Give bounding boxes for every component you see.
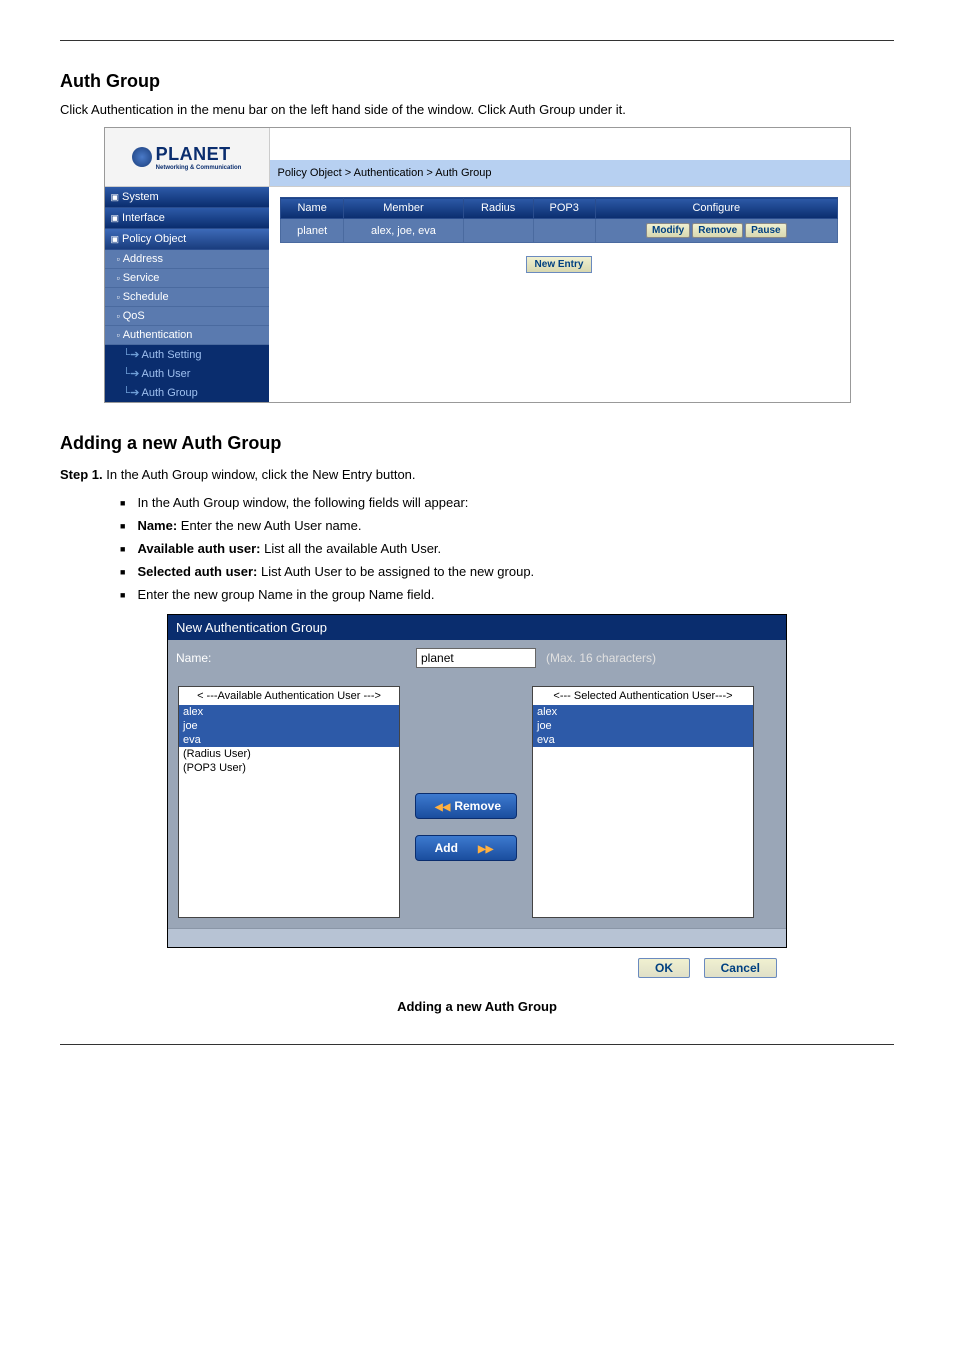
adding-title: Adding a new Auth Group [60, 433, 894, 454]
sidebar-nav: ▣System ▣Interface ▣Policy Object ▫Addre… [105, 187, 269, 402]
pause-button[interactable]: Pause [745, 223, 786, 238]
th-radius: Radius [463, 198, 533, 219]
nav-service[interactable]: ▫Service [105, 269, 269, 288]
cell-name: planet [281, 219, 344, 243]
add-user-button[interactable]: Add▶▶ [415, 835, 517, 861]
list-item[interactable]: eva [179, 733, 399, 747]
bullet-4: Selected auth user: List Auth User to be… [120, 564, 894, 579]
list-item[interactable]: joe [179, 719, 399, 733]
th-name: Name [281, 198, 344, 219]
nav-schedule[interactable]: ▫Schedule [105, 288, 269, 307]
arrow-left-icon: ◀◀ [435, 802, 450, 813]
name-input[interactable] [416, 648, 536, 668]
nav-address[interactable]: ▫Address [105, 250, 269, 269]
remove-button[interactable]: Remove [692, 223, 743, 238]
nav-qos[interactable]: ▫QoS [105, 307, 269, 326]
nav-auth-user[interactable]: └➔Auth User [105, 364, 269, 383]
list-item[interactable]: joe [533, 719, 753, 733]
screenshot-new-auth-group: New Authentication Group Name: (Max. 16 … [167, 614, 787, 1014]
remove-user-button[interactable]: ◀◀Remove [415, 793, 517, 819]
section-title: Auth Group [60, 71, 894, 92]
name-hint: (Max. 16 characters) [546, 651, 656, 665]
nav-policy-object[interactable]: ▣Policy Object [105, 229, 269, 250]
brand-text: PLANET [156, 144, 231, 164]
figure-caption: Adding a new Auth Group [167, 999, 787, 1014]
step1: Step 1. In the Auth Group window, click … [60, 467, 894, 482]
table-row: planet alex, joe, eva Modify Remove Paus… [281, 219, 838, 243]
bullet-3: Available auth user: List all the availa… [120, 541, 894, 556]
brand-logo: PLANET Networking & Communication [132, 144, 242, 171]
available-label: < ---Available Authentication User ---> [179, 687, 399, 705]
bullet-2: Name: Enter the new Auth User name. [120, 518, 894, 533]
list-item[interactable]: (Radius User) [179, 747, 399, 761]
cancel-button[interactable]: Cancel [704, 958, 777, 978]
nav-interface[interactable]: ▣Interface [105, 208, 269, 229]
th-configure: Configure [595, 198, 837, 219]
screenshot-auth-group-list: PLANET Networking & Communication Policy… [104, 127, 851, 403]
list-item[interactable]: alex [533, 705, 753, 719]
selected-listbox[interactable]: <--- Selected Authentication User---> al… [532, 686, 754, 918]
list-item[interactable]: eva [533, 733, 753, 747]
cell-pop3 [533, 219, 595, 243]
available-listbox[interactable]: < ---Available Authentication User ---> … [178, 686, 400, 918]
name-label: Name: [176, 651, 416, 665]
nav-authentication[interactable]: ▫Authentication [105, 326, 269, 345]
modify-button[interactable]: Modify [646, 223, 690, 238]
th-pop3: POP3 [533, 198, 595, 219]
list-item[interactable]: alex [179, 705, 399, 719]
brand-subtext: Networking & Communication [156, 165, 242, 171]
panel-title: New Authentication Group [168, 615, 786, 640]
nav-auth-group[interactable]: └➔Auth Group [105, 383, 269, 402]
step1-bullets: In the Auth Group window, the following … [120, 495, 894, 602]
cell-member: alex, joe, eva [344, 219, 463, 243]
intro-text: Click Authentication in the menu bar on … [60, 102, 894, 117]
breadcrumb: Policy Object > Authentication > Auth Gr… [270, 160, 850, 186]
nav-auth-setting[interactable]: └➔Auth Setting [105, 345, 269, 364]
cell-radius [463, 219, 533, 243]
cell-configure: Modify Remove Pause [595, 219, 837, 243]
bullet-1: In the Auth Group window, the following … [120, 495, 894, 510]
ok-button[interactable]: OK [638, 958, 690, 978]
arrow-right-icon: ▶▶ [478, 844, 493, 855]
globe-icon [132, 147, 152, 167]
th-member: Member [344, 198, 463, 219]
auth-group-table: Name Member Radius POP3 Configure planet… [280, 197, 838, 243]
new-entry-button[interactable]: New Entry [526, 256, 593, 273]
bullet-5: Enter the new group Name in the group Na… [120, 587, 894, 602]
list-item[interactable]: (POP3 User) [179, 761, 399, 775]
selected-label: <--- Selected Authentication User---> [533, 687, 753, 705]
nav-system[interactable]: ▣System [105, 187, 269, 208]
